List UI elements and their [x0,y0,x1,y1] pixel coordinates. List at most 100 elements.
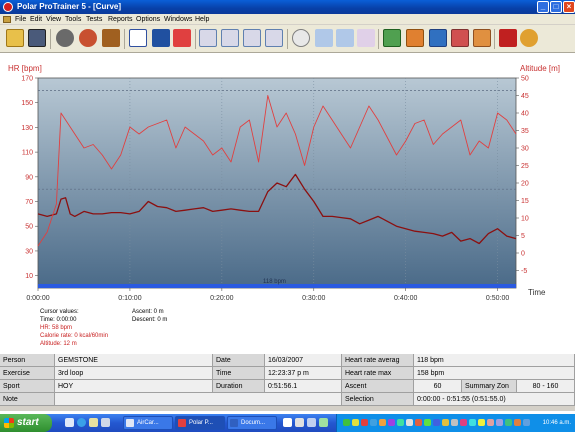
left-tick-label: 70 [25,199,33,206]
app-icon[interactable] [319,418,328,427]
task-app-icon [178,419,186,427]
right-tick-label: 35 [521,128,529,135]
menu-tests[interactable]: Tests [86,15,102,24]
transfer-icon[interactable] [336,29,354,47]
tray-icon[interactable] [496,419,503,426]
volume-icon[interactable] [514,419,521,426]
tool-icon[interactable] [295,418,304,427]
graph-icon[interactable] [243,29,261,47]
tray-icon[interactable] [424,419,431,426]
x-tick-label: 0:40:00 [394,295,417,302]
left-tick-label: 130 [21,125,33,132]
fitness-test-icon[interactable] [102,29,120,47]
task-polar[interactable]: Polar P... [175,416,225,430]
sport-value[interactable]: HOY [55,380,213,393]
open-folder-icon[interactable] [6,29,24,47]
upload-icon[interactable] [315,29,333,47]
exercise-value[interactable]: 3rd loop [55,367,213,380]
task-aircar[interactable]: AirCar... [123,416,173,430]
menu-file[interactable]: File [15,15,26,24]
tray-icon[interactable] [361,419,368,426]
week-report-icon[interactable] [383,29,401,47]
tray-icon[interactable] [406,419,413,426]
desktop-icon[interactable] [65,418,74,427]
tray-icon[interactable] [505,419,512,426]
time-label: Time [213,367,265,380]
start-button[interactable]: start [0,414,52,432]
tray-icon[interactable] [433,419,440,426]
curve-chart-svg[interactable]: 10 30 50 70 90 110 130 150 170 -5 0 5 10 15 20 25 30 35 40… [0,54,575,354]
tray-icon[interactable] [397,419,404,426]
date-label: Date [213,354,265,367]
cursor-altitude: Altitude: 12 m [40,341,77,347]
people-icon[interactable] [499,29,517,47]
year-report-icon[interactable] [429,29,447,47]
note-value[interactable] [55,393,342,406]
menu-view[interactable]: View [46,15,61,24]
sport-icon[interactable] [79,29,97,47]
calendar-icon[interactable] [129,29,147,47]
toolbar-separator [287,29,288,49]
tray-icon[interactable] [343,419,350,426]
tray-icon[interactable] [442,419,449,426]
zoom-icon[interactable] [292,29,310,47]
settings-icon[interactable] [520,29,538,47]
sync-icon[interactable] [357,29,375,47]
start-label: start [17,417,39,428]
close-button[interactable]: × [563,1,575,13]
tray-icon[interactable] [352,419,359,426]
ascent-value: 60 [414,380,462,393]
menu-edit[interactable]: Edit [30,15,42,24]
tray-icon[interactable] [487,419,494,426]
curve-chart[interactable]: 10 30 50 70 90 110 130 150 170 -5 0 5 10 15 20 25 30 35 40… [0,54,575,354]
maximize-button[interactable]: □ [550,1,562,13]
tray-icon[interactable] [370,419,377,426]
menu-options[interactable]: Options [136,15,160,24]
note-icon[interactable] [173,29,191,47]
tray-icon[interactable] [388,419,395,426]
save-icon[interactable] [28,29,46,47]
pin-icon[interactable] [283,418,292,427]
toolbar-separator [124,29,125,49]
tray-icon[interactable] [415,419,422,426]
hr-max-value: 158 bpm [414,367,575,380]
summary-icon[interactable] [473,29,491,47]
tray-icon[interactable] [469,419,476,426]
tray-icon[interactable] [460,419,467,426]
tray-icon[interactable] [451,419,458,426]
menu-windows[interactable]: Windows [164,15,192,24]
task-document[interactable]: Docum... [227,416,277,430]
left-tick-label: 170 [21,76,33,83]
month-report-icon[interactable] [406,29,424,47]
hr-average-value: 118 bpm [414,354,575,367]
minimize-button[interactable]: _ [537,1,549,13]
right-tick-label: 20 [521,181,529,188]
date-value[interactable]: 16/03/2007 [265,354,342,367]
zone-report-icon[interactable] [451,29,469,47]
network-icon[interactable] [523,419,530,426]
diary-icon[interactable] [152,29,170,47]
person-value[interactable]: GEMSTONE [55,354,213,367]
title-bar[interactable]: Polar ProTrainer 5 - [Curve] _ □ × [0,0,575,14]
menu-reports[interactable]: Reports [108,15,133,24]
tray-icon[interactable] [379,419,386,426]
curve-icon[interactable] [199,29,217,47]
browser-icon[interactable] [77,418,86,427]
hr-max-label: Heart rate max [342,367,414,380]
quick-launch-icon[interactable] [101,418,110,427]
time-value[interactable]: 12:23:37 p m [265,367,342,380]
explorer-icon[interactable] [89,418,98,427]
window-icon[interactable] [307,418,316,427]
exercise-icon[interactable] [56,29,74,47]
cursor-ascent: Ascent: 0 m [132,309,164,315]
selection-value: 0:00:00 - 0:51:55 (0:51:55.0) [414,393,575,406]
menu-tools[interactable]: Tools [65,15,81,24]
duration-value[interactable]: 0:51:56.1 [265,380,342,393]
task-label: Polar P... [189,420,213,426]
document-menu-icon[interactable] [3,16,11,23]
bar-icon[interactable] [221,29,239,47]
menu-help[interactable]: Help [195,15,209,24]
summary-zone-value: 80 - 160 [517,380,575,393]
table-icon[interactable] [265,29,283,47]
tray-icon[interactable] [478,419,485,426]
